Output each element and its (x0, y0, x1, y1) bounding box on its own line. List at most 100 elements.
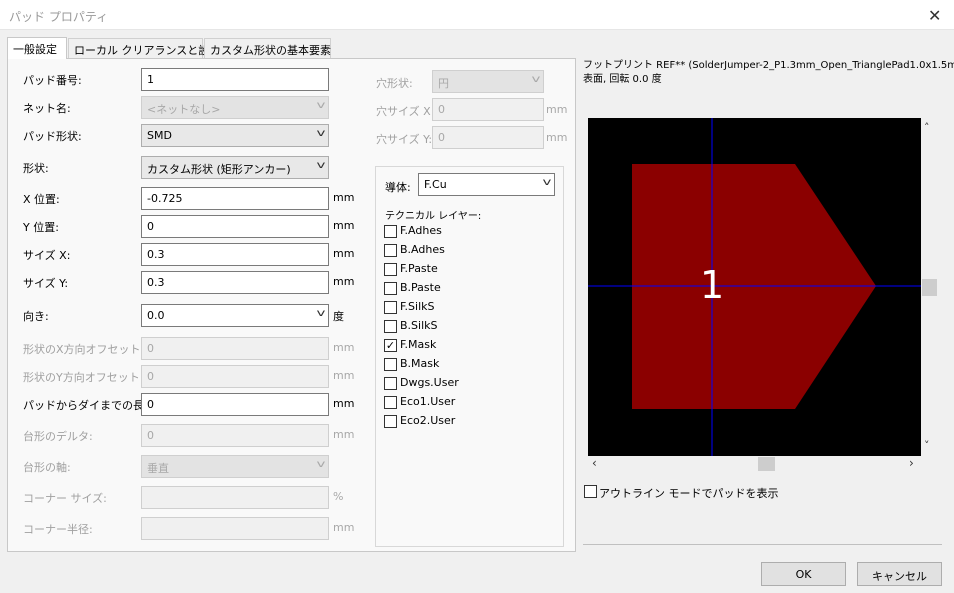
layer-checkbox-f-silks[interactable] (384, 301, 397, 314)
shape-offset-y-label: 形状のY方向オフセット: (23, 371, 144, 384)
tab-general[interactable]: 一般設定 (7, 37, 67, 59)
drill-size-x-input: 0 (432, 98, 544, 121)
layer-label: Eco1.User (400, 395, 456, 408)
chevron-down-icon: v (316, 459, 326, 470)
layer-checkbox-b-paste[interactable] (384, 282, 397, 295)
checkmark-icon: ✓ (385, 339, 396, 352)
shape-offset-x-label: 形状のX方向オフセット: (23, 343, 145, 356)
technical-layers-label: テクニカル レイヤー: (385, 211, 482, 222)
chevron-down-icon: v (316, 100, 326, 111)
footprint-info: フットプリント REF** (SolderJumper-2_P1.3mm_Ope… (583, 60, 954, 71)
copper-layer-label: 導体: (385, 181, 411, 194)
chevron-down-icon: v (542, 177, 552, 188)
button-separator (583, 544, 942, 545)
outline-mode-label: アウトライン モードでパッドを表示 (599, 487, 779, 500)
layer-label: F.Adhes (400, 224, 442, 237)
shape-offset-y-input: 0 (141, 365, 329, 388)
layer-label: Eco2.User (400, 414, 456, 427)
vertical-scrollbar-thumb[interactable] (922, 279, 937, 296)
tab-local-clearance[interactable]: ローカル クリアランスと設定 (68, 38, 220, 59)
corner-radius-input (141, 517, 329, 540)
layer-checkbox-b-mask[interactable] (384, 358, 397, 371)
size-y-unit: mm (333, 275, 355, 288)
layer-checkbox-f-paste[interactable] (384, 263, 397, 276)
scroll-down-icon[interactable]: ˅ (924, 439, 930, 452)
shape-offset-x-input: 0 (141, 337, 329, 360)
footprint-side-rotation: 表面, 回転 0.0 度 (583, 74, 662, 85)
layer-checkbox-f-adhes[interactable] (384, 225, 397, 238)
pad-type-value: SMD (147, 129, 172, 142)
chevron-down-icon: v (316, 128, 326, 139)
y-unit: mm (333, 219, 355, 232)
layer-label: Dwgs.User (400, 376, 459, 389)
horizontal-scrollbar-thumb[interactable] (758, 457, 775, 471)
pad-type-select[interactable]: SMD v (141, 124, 329, 147)
chevron-down-icon: v (316, 308, 326, 319)
chevron-down-icon: v (531, 74, 541, 85)
size-x-label: サイズ X: (23, 249, 71, 262)
ok-button[interactable]: OK (761, 562, 846, 586)
layer-label: B.Mask (400, 357, 440, 370)
y-position-input[interactable]: 0 (141, 215, 329, 238)
net-value: <ネットなし> (147, 103, 221, 116)
scroll-up-icon[interactable]: ˄ (924, 121, 930, 134)
trapezoid-delta-unit: mm (333, 428, 355, 441)
scroll-left-icon[interactable]: ‹ (592, 456, 597, 470)
drill-size-y-input: 0 (432, 126, 544, 149)
pad-to-die-length-label: パッドからダイまでの長さ: (23, 399, 159, 412)
corner-size-input (141, 486, 329, 509)
pad-preview-svg (588, 118, 921, 456)
size-x-input[interactable]: 0.3 (141, 243, 329, 266)
size-x-unit: mm (333, 247, 355, 260)
y-position-label: Y 位置: (23, 221, 59, 234)
drill-size-y-unit: mm (546, 131, 568, 144)
layer-checkbox-eco1-user[interactable] (384, 396, 397, 409)
window-title: パッド プロパティ (9, 10, 109, 24)
close-icon[interactable]: ✕ (928, 6, 941, 25)
scroll-right-icon[interactable]: › (909, 456, 914, 470)
layer-label: B.Adhes (400, 243, 445, 256)
layer-checkbox-b-silks[interactable] (384, 320, 397, 333)
trapezoid-axis-label: 台形の軸: (23, 461, 71, 474)
size-y-input[interactable]: 0.3 (141, 271, 329, 294)
layer-checkbox-f-mask[interactable]: ✓ (384, 339, 397, 352)
trapezoid-axis-select: 垂直 v (141, 455, 329, 478)
outline-mode-checkbox[interactable] (584, 485, 597, 498)
drill-shape-value: 円 (438, 77, 449, 90)
pad-to-die-length-unit: mm (333, 397, 355, 410)
size-y-label: サイズ Y: (23, 277, 69, 290)
title-bar (0, 0, 954, 30)
corner-size-unit: % (333, 490, 344, 503)
layer-checkbox-b-adhes[interactable] (384, 244, 397, 257)
layer-checkbox-dwgs-user[interactable] (384, 377, 397, 390)
pad-number-input[interactable]: 1 (141, 68, 329, 91)
layer-label: F.Paste (400, 262, 438, 275)
shape-select[interactable]: カスタム形状 (矩形アンカー) v (141, 156, 329, 179)
pad-preview-canvas[interactable]: 1 (588, 118, 921, 456)
drill-size-y-label: 穴サイズ Y: (376, 133, 433, 146)
orientation-value: 0.0 (147, 309, 165, 322)
pad-type-label: パッド形状: (23, 130, 82, 143)
net-select: <ネットなし> v (141, 96, 329, 119)
copper-layer-select[interactable]: F.Cu v (418, 173, 555, 196)
x-position-input[interactable]: -0.725 (141, 187, 329, 210)
pad-to-die-length-input[interactable]: 0 (141, 393, 329, 416)
layer-checkbox-eco2-user[interactable] (384, 415, 397, 428)
pad-number-label: パッド番号: (23, 74, 82, 87)
layer-label: F.SilkS (400, 300, 435, 313)
x-position-label: X 位置: (23, 193, 60, 206)
trapezoid-delta-input: 0 (141, 424, 329, 447)
shape-value: カスタム形状 (矩形アンカー) (147, 163, 291, 176)
cancel-button[interactable]: キャンセル (857, 562, 942, 586)
trapezoid-axis-value: 垂直 (147, 462, 169, 475)
drill-size-x-unit: mm (546, 103, 568, 116)
drill-shape-select: 円v (432, 70, 544, 93)
layer-label: B.SilkS (400, 319, 438, 332)
orientation-combo[interactable]: 0.0 v (141, 304, 329, 327)
chevron-down-icon: v (316, 160, 326, 171)
shape-offset-x-unit: mm (333, 341, 355, 354)
corner-radius-unit: mm (333, 521, 355, 534)
x-unit: mm (333, 191, 355, 204)
tab-custom-shape-primitives[interactable]: カスタム形状の基本要素 (204, 38, 331, 59)
layer-label: F.Mask (400, 338, 437, 351)
